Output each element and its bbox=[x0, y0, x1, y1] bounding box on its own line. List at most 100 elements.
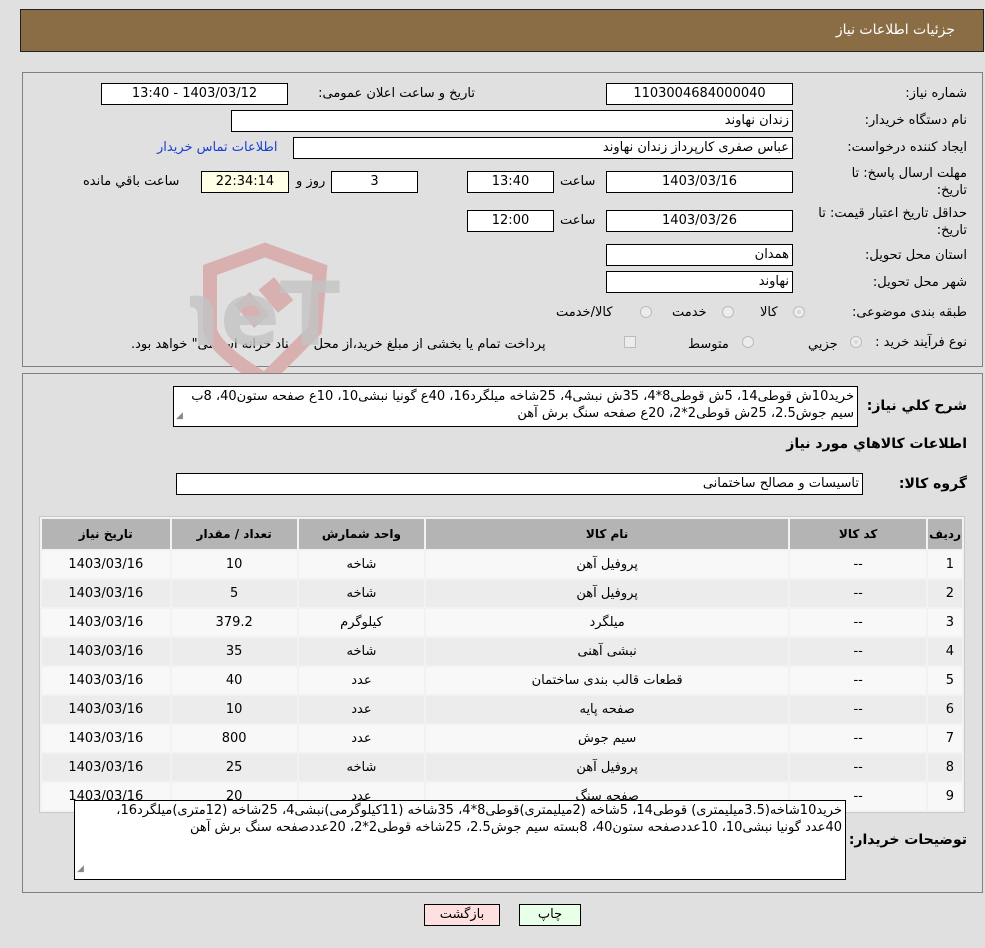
price-validity-time-field: 12:00 bbox=[467, 210, 554, 232]
cell-quantity: 379.2 bbox=[171, 609, 297, 636]
cell-unit: شاخه bbox=[298, 754, 425, 781]
cell-quantity: 10 bbox=[171, 696, 297, 723]
price-validity-date-field: 1403/03/26 bbox=[606, 210, 793, 232]
goods-group-field: تاسیسات و مصالح ساختمانی bbox=[176, 473, 863, 495]
creator-field: عباس صفری کارپرداز زندان نهاوند bbox=[293, 137, 793, 159]
category-label: طبقه بندی موضوعی: bbox=[851, 305, 967, 320]
treasury-bond-checkbox[interactable] bbox=[624, 336, 636, 348]
cell-quantity: 800 bbox=[171, 725, 297, 752]
remaining-time-label: ساعت باقي مانده bbox=[83, 174, 180, 189]
need-number-label: شماره نیاز: bbox=[905, 86, 967, 101]
cell-row-number: 2 bbox=[928, 580, 962, 607]
remaining-time-field: 22:34:14 bbox=[201, 171, 289, 193]
resize-grip-icon[interactable]: ◢ bbox=[77, 861, 84, 878]
col-unit: واحد شمارش bbox=[298, 519, 425, 549]
cell-row-number: 3 bbox=[928, 609, 962, 636]
buyer-notes-label: توضیحات خریدار: bbox=[848, 832, 967, 848]
cell-item-name: سیم جوش bbox=[426, 725, 789, 752]
table-row: 7 -- سیم جوش عدد 800 1403/03/16 bbox=[42, 725, 962, 752]
reply-deadline-label-2: تاریخ: bbox=[936, 183, 967, 198]
category-radio-service[interactable] bbox=[722, 306, 734, 318]
price-validity-label-2: تاریخ: bbox=[936, 223, 967, 238]
cell-item-code: -- bbox=[790, 638, 927, 665]
table-row: 2 -- پروفیل آهن شاخه 5 1403/03/16 bbox=[42, 580, 962, 607]
price-validity-time-label: ساعت bbox=[560, 213, 596, 228]
table-row: 4 -- نبشی آهنی شاخه 35 1403/03/16 bbox=[42, 638, 962, 665]
buyer-notes-textarea[interactable]: خرید10شاخه(3.5میلیمتری) قوطی14، 5شاخه (2… bbox=[74, 800, 846, 880]
reply-deadline-time-label: ساعت bbox=[560, 174, 596, 189]
table-row: 8 -- پروفیل آهن شاخه 25 1403/03/16 bbox=[42, 754, 962, 781]
buyer-contact-link[interactable]: اطلاعات تماس خریدار bbox=[157, 140, 277, 155]
cell-item-name: پروفیل آهن bbox=[426, 580, 789, 607]
reply-deadline-label-1: مهلت ارسال پاسخ: تا bbox=[851, 166, 967, 181]
cell-item-name: قطعات قالب بندی ساختمان bbox=[426, 667, 789, 694]
cell-unit: عدد bbox=[298, 696, 425, 723]
category-option-service: خدمت bbox=[672, 305, 707, 320]
cell-unit: شاخه bbox=[298, 638, 425, 665]
buyer-notes-text: خرید10شاخه(3.5میلیمتری) قوطی14، 5شاخه (2… bbox=[116, 803, 842, 835]
category-option-goods: کالا bbox=[760, 305, 778, 320]
table-row: 6 -- صفحه پایه عدد 10 1403/03/16 bbox=[42, 696, 962, 723]
need-number-field: 1103004684000040 bbox=[606, 83, 793, 105]
col-row-number: ردیف bbox=[928, 519, 962, 549]
col-quantity: تعداد / مقدار bbox=[171, 519, 297, 549]
cell-need-date: 1403/03/16 bbox=[42, 551, 170, 578]
cell-need-date: 1403/03/16 bbox=[42, 725, 170, 752]
cell-row-number: 7 bbox=[928, 725, 962, 752]
summary-label: شرح کلي نیاز: bbox=[866, 398, 967, 414]
cell-item-code: -- bbox=[790, 609, 927, 636]
cell-item-code: -- bbox=[790, 580, 927, 607]
process-option-medium: متوسط bbox=[688, 337, 729, 352]
cell-quantity: 40 bbox=[171, 667, 297, 694]
cell-quantity: 35 bbox=[171, 638, 297, 665]
table-row: 3 -- میلگرد کیلوگرم 379.2 1403/03/16 bbox=[42, 609, 962, 636]
province-label: استان محل تحویل: bbox=[865, 248, 967, 263]
announce-datetime-field: 1403/03/12 - 13:40 bbox=[101, 83, 288, 105]
summary-text: خرید10ش قوطی14، 5ش قوطی8*4، 35ش نبشی4، 2… bbox=[191, 389, 854, 421]
table-row: 1 -- پروفیل آهن شاخه 10 1403/03/16 bbox=[42, 551, 962, 578]
resize-grip-icon[interactable]: ◢ bbox=[176, 408, 183, 425]
cell-quantity: 25 bbox=[171, 754, 297, 781]
cell-row-number: 8 bbox=[928, 754, 962, 781]
city-label: شهر محل تحویل: bbox=[872, 275, 967, 290]
cell-unit: کیلوگرم bbox=[298, 609, 425, 636]
city-field: نهاوند bbox=[606, 271, 793, 293]
cell-row-number: 9 bbox=[928, 783, 962, 810]
buyer-org-label: نام دستگاه خریدار: bbox=[864, 113, 967, 128]
print-button[interactable]: چاپ bbox=[519, 904, 581, 926]
creator-label: ایجاد کننده درخواست: bbox=[847, 140, 967, 155]
buyer-org-field: زندان نهاوند bbox=[231, 110, 793, 132]
process-radio-medium[interactable] bbox=[742, 336, 754, 348]
cell-unit: عدد bbox=[298, 725, 425, 752]
cell-quantity: 10 bbox=[171, 551, 297, 578]
col-item-code: کد کالا bbox=[790, 519, 927, 549]
treasury-bond-note: پرداخت تمام یا بخشی از مبلغ خرید،از محل … bbox=[131, 337, 546, 352]
reply-deadline-date-field: 1403/03/16 bbox=[606, 171, 793, 193]
reply-deadline-time-field: 13:40 bbox=[467, 171, 554, 193]
cell-unit: شاخه bbox=[298, 551, 425, 578]
items-section-title: اطلاعات کالاهاي مورد نیاز bbox=[786, 436, 967, 452]
items-table: ردیف کد کالا نام کالا واحد شمارش تعداد /… bbox=[39, 516, 965, 813]
remaining-days-field: 3 bbox=[331, 171, 418, 193]
cell-item-code: -- bbox=[790, 696, 927, 723]
cell-item-name: صفحه پایه bbox=[426, 696, 789, 723]
cell-need-date: 1403/03/16 bbox=[42, 580, 170, 607]
cell-row-number: 6 bbox=[928, 696, 962, 723]
items-table-header: ردیف کد کالا نام کالا واحد شمارش تعداد /… bbox=[42, 519, 962, 549]
category-radio-goods[interactable] bbox=[793, 306, 805, 318]
cell-unit: عدد bbox=[298, 667, 425, 694]
cell-item-name: نبشی آهنی bbox=[426, 638, 789, 665]
process-radio-minor[interactable] bbox=[850, 336, 862, 348]
category-radio-goods-service[interactable] bbox=[640, 306, 652, 318]
category-option-goods-service: کالا/خدمت bbox=[556, 305, 613, 320]
cell-item-name: پروفیل آهن bbox=[426, 754, 789, 781]
price-validity-label-1: حداقل تاریخ اعتبار قیمت: تا bbox=[818, 206, 967, 221]
back-button[interactable]: بازگشت bbox=[424, 904, 500, 926]
process-label: نوع فرآیند خرید : bbox=[875, 335, 967, 350]
summary-textarea[interactable]: خرید10ش قوطی14، 5ش قوطی8*4، 35ش نبشی4، 2… bbox=[173, 386, 858, 427]
cell-item-code: -- bbox=[790, 667, 927, 694]
cell-need-date: 1403/03/16 bbox=[42, 667, 170, 694]
table-row: 5 -- قطعات قالب بندی ساختمان عدد 40 1403/03/1… bbox=[42, 667, 962, 694]
province-field: همدان bbox=[606, 244, 793, 266]
process-option-minor: جزيي bbox=[808, 337, 838, 352]
